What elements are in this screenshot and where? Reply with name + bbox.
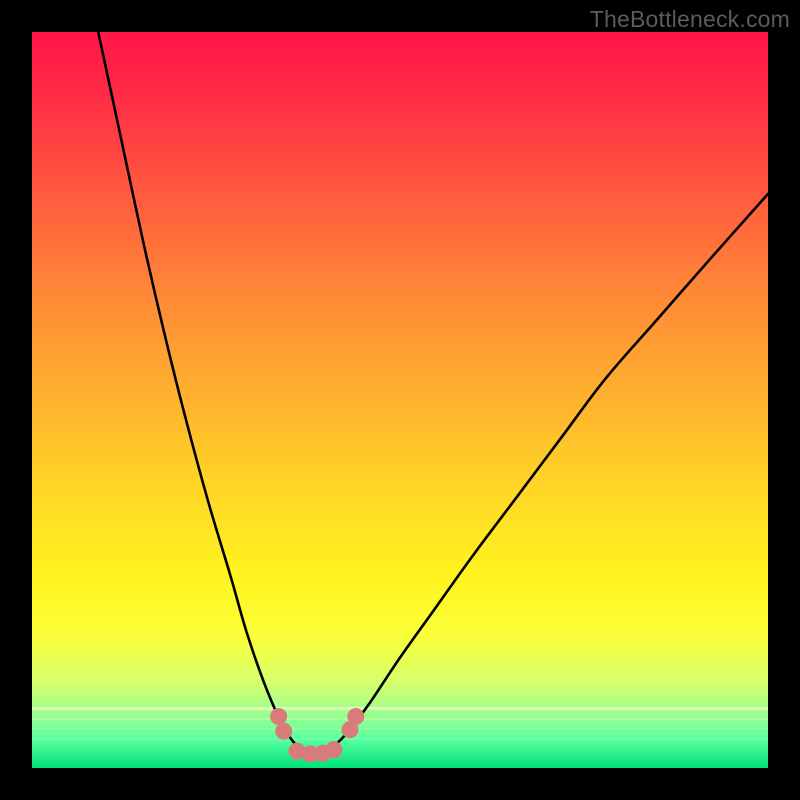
plot-area <box>32 32 768 768</box>
gradient-band-1 <box>32 707 768 710</box>
bottleneck-curve <box>32 32 768 768</box>
curve-marker <box>302 746 319 763</box>
curve-marker <box>325 741 342 758</box>
gradient-band-2 <box>32 718 768 720</box>
watermark-text: TheBottleneck.com <box>590 6 790 33</box>
curve-marker <box>270 708 287 725</box>
curve-marker <box>347 708 364 725</box>
gradient-band-3 <box>32 728 768 730</box>
curve-marker <box>314 745 331 762</box>
gradient-band-4 <box>32 738 768 740</box>
curve-marker <box>289 743 306 760</box>
chart-frame: TheBottleneck.com <box>0 0 800 800</box>
